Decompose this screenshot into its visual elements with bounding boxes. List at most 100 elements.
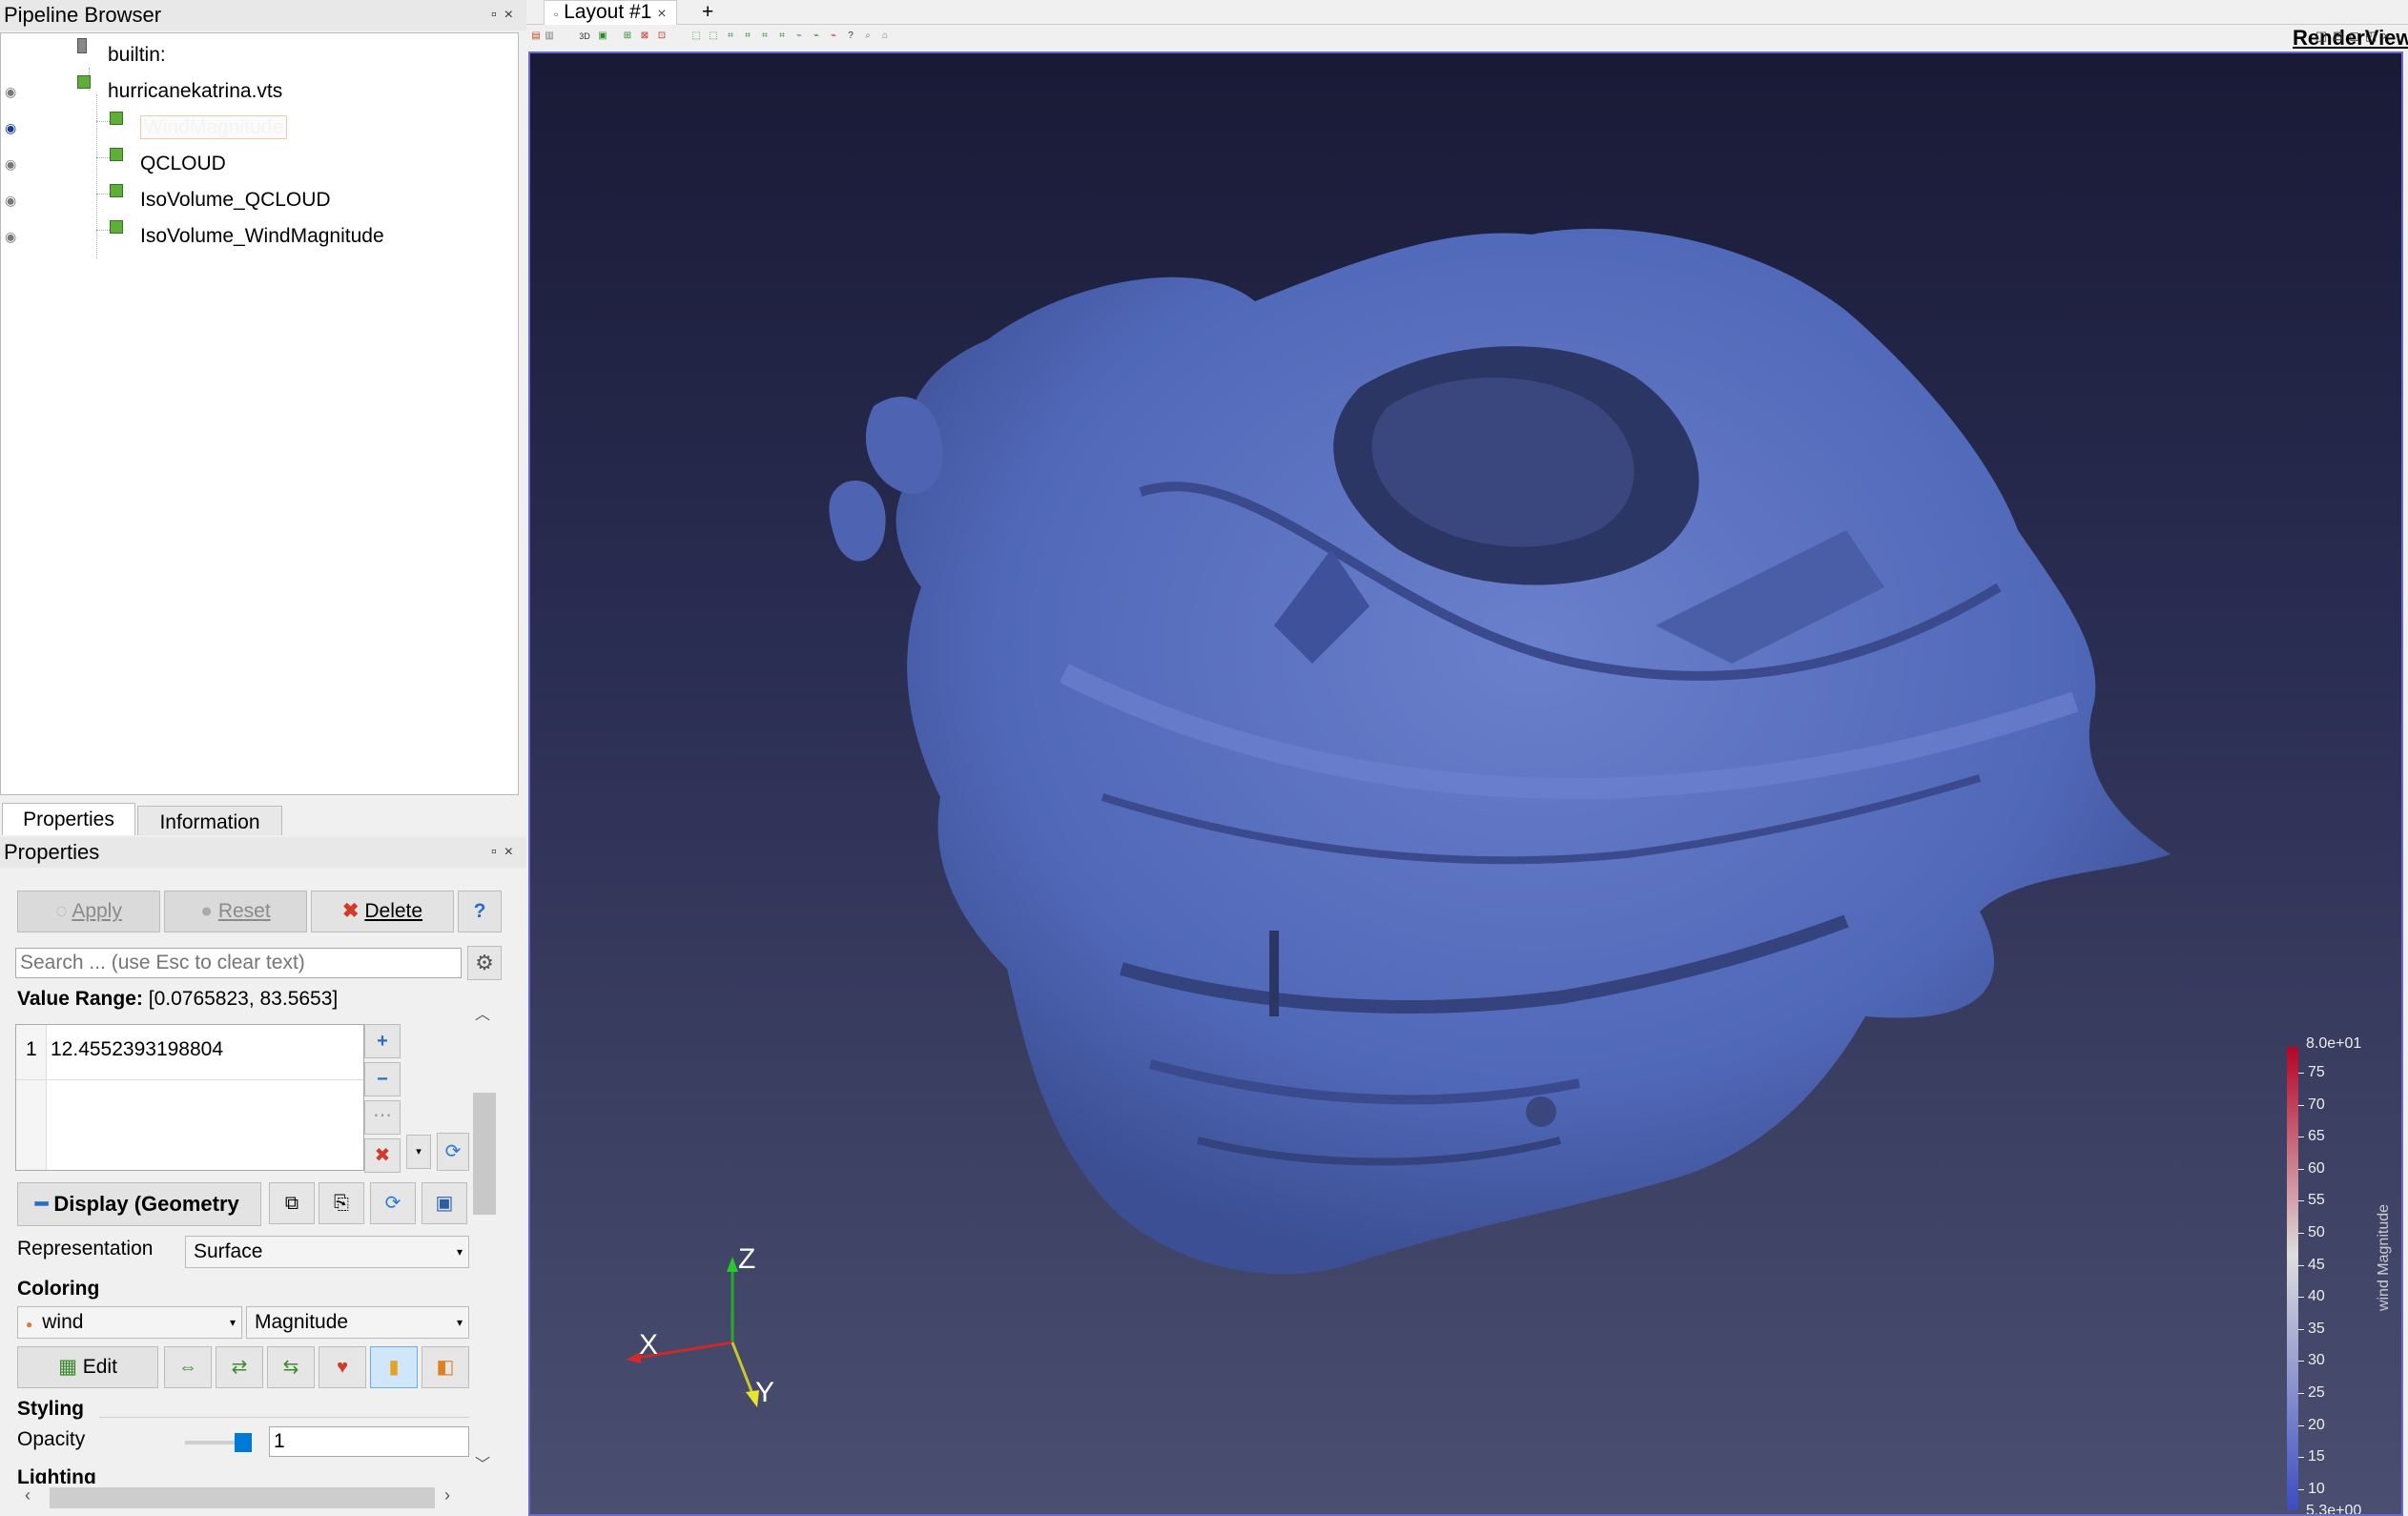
remove-value-button[interactable]: −	[364, 1062, 401, 1096]
3d-toggle-icon[interactable]: 3D	[574, 31, 595, 42]
scrollbar-thumb[interactable]	[473, 1093, 496, 1215]
view-frame-buttons: ◫⊟◻◰×	[2315, 29, 2401, 44]
layout-tab[interactable]: ▫ Layout #1 ×	[544, 0, 677, 25]
scroll-left-icon[interactable]: ‹	[25, 1485, 31, 1506]
refresh-icon[interactable]: ⟳	[437, 1133, 469, 1171]
colorbar-tick-mark	[2298, 1233, 2304, 1234]
dropdown-icon[interactable]: ▾	[406, 1135, 431, 1169]
select-polygon-icon[interactable]: ⌗	[776, 31, 788, 42]
select-block-icon[interactable]: ⌗	[742, 31, 753, 42]
help-button[interactable]: ?	[458, 891, 502, 932]
tree-item-builtin[interactable]: builtin:	[77, 37, 166, 73]
properties-title: Properties	[4, 840, 100, 864]
table-row[interactable]: 1 12.4552393198804	[16, 1025, 363, 1080]
lighting-label: Lighting	[17, 1466, 96, 1484]
split-horizontal-icon[interactable]: ◫	[2315, 29, 2333, 43]
eye-icon[interactable]: ◉	[5, 182, 16, 218]
tree-item-isovolume-qcloud[interactable]: ◉ IsoVolume_QCLOUD	[1, 182, 516, 218]
colorbar-tick-mark	[2298, 1073, 2304, 1074]
clear-values-button[interactable]: ✖	[364, 1138, 401, 1173]
colorbar-toggle-icon[interactable]: ▮	[370, 1346, 418, 1388]
select-frustum-icon[interactable]: ⌗	[725, 31, 736, 42]
eye-icon[interactable]: ◉	[5, 218, 16, 255]
add-value-button[interactable]: +	[364, 1024, 401, 1058]
tab-information[interactable]: Information	[137, 806, 282, 835]
close-icon[interactable]: ×	[504, 844, 521, 860]
add-layout-button[interactable]: +	[702, 0, 713, 25]
coloring-component-select[interactable]: Magnitude ▾	[246, 1306, 469, 1339]
opacity-slider-handle[interactable]	[235, 1433, 252, 1452]
close-icon[interactable]: ×	[2382, 29, 2396, 43]
select-points-icon[interactable]: ⬚	[708, 31, 719, 42]
rescale-range-icon[interactable]: ⇔	[164, 1346, 212, 1388]
horizontal-scrollbar[interactable]: ‹ ›	[17, 1484, 465, 1512]
search-input[interactable]	[15, 948, 462, 978]
colorbar-min-label: 5.3e+00	[2306, 1503, 2362, 1516]
tree-item-isovolume-windmagnitude[interactable]: ◉ IsoVolume_WindMagnitude	[1, 218, 516, 255]
grow-selection-icon[interactable]: ⌁	[811, 31, 822, 42]
delete-button[interactable]: ✖ Delete	[311, 891, 454, 932]
favorites-icon[interactable]: ♥	[319, 1346, 366, 1388]
shrink-selection-icon[interactable]: ⌁	[828, 31, 839, 42]
reset-camera-icon[interactable]: ▣	[597, 31, 608, 42]
range-button[interactable]: ⋯	[364, 1100, 401, 1135]
float-icon[interactable]: ▫	[491, 7, 504, 23]
gear-icon[interactable]: ⚙	[467, 946, 502, 980]
clear-selection-icon[interactable]: ⌂	[879, 31, 891, 42]
scroll-right-icon[interactable]: ›	[444, 1485, 450, 1506]
paste-icon[interactable]: ⎘	[319, 1182, 364, 1224]
rescale-time-icon[interactable]: ⇆	[267, 1346, 315, 1388]
display-section-label: Display (Geometry	[53, 1192, 239, 1216]
close-icon[interactable]: ×	[657, 6, 666, 22]
camera-icon[interactable]: ▥	[544, 31, 555, 42]
scrollbar-thumb[interactable]	[50, 1487, 435, 1508]
edit-colormap-button[interactable]: ▦ Edit	[17, 1346, 158, 1388]
custom-range-icon[interactable]: ⇄	[216, 1346, 263, 1388]
value-table: 1 12.4552393198804	[15, 1024, 364, 1171]
representation-select[interactable]: Surface ▾	[185, 1236, 469, 1268]
capture-icon[interactable]: ▤	[530, 31, 542, 42]
tree-item-windmagnitude[interactable]: ◉ WindMagnitude	[1, 110, 516, 146]
float-icon[interactable]: ▫	[491, 844, 504, 860]
select-cells-icon[interactable]: ⬚	[690, 31, 702, 42]
scroll-up-icon[interactable]: ︿	[475, 1001, 490, 1024]
tree-item-qcloud[interactable]: ◉ QCLOUD	[1, 146, 516, 182]
maximize-icon[interactable]: ◻	[2349, 29, 2365, 43]
reset-button[interactable]: ● Reset	[164, 891, 307, 932]
pipeline-browser-header: Pipeline Browser ▫×	[0, 0, 526, 31]
scroll-down-icon[interactable]: ﹀	[475, 1451, 490, 1474]
view-axis-icon[interactable]: ⊡	[656, 31, 668, 42]
query-icon[interactable]: ?	[845, 31, 856, 42]
coloring-array-value: wind	[42, 1311, 84, 1333]
save-icon[interactable]: ▣	[422, 1182, 467, 1224]
properties-scrollbar[interactable]: ︿ ﹀	[471, 997, 498, 1493]
coloring-array-select[interactable]: ● wind ▾	[17, 1306, 242, 1339]
opacity-slider[interactable]	[185, 1433, 252, 1452]
close-icon[interactable]: ×	[504, 7, 521, 23]
render-view[interactable]: Z X Y 8.0e+01 75 70 65 60 55 50 45 40 35 30 25 20 15…	[528, 51, 2403, 1516]
tab-properties[interactable]: Properties	[2, 803, 135, 835]
colorbar-edit-icon[interactable]: ◧	[422, 1346, 469, 1388]
split-vertical-icon[interactable]: ⊟	[2333, 29, 2349, 43]
copy-icon[interactable]: ⧉	[269, 1182, 315, 1224]
filter-icon	[110, 220, 123, 235]
colorbar-tick-label: 65	[2308, 1128, 2325, 1145]
eye-icon[interactable]: ◉	[5, 146, 16, 182]
zoom-data-icon[interactable]: ⊞	[622, 31, 633, 42]
tree-item-label: builtin:	[108, 44, 166, 66]
interactive-select-icon[interactable]: ⌗	[759, 31, 771, 42]
tree-item-hurricanekatrina[interactable]: ◉ hurricanekatrina.vts	[1, 73, 516, 110]
opacity-field[interactable]	[269, 1426, 469, 1457]
edit-selection-icon[interactable]: ⌕	[862, 31, 874, 42]
representation-label: Representation	[17, 1238, 154, 1260]
restore-icon[interactable]: ◰	[2365, 29, 2382, 43]
apply-button[interactable]: ◌ Apply	[17, 891, 160, 932]
zoom-closest-icon[interactable]: ⊠	[639, 31, 650, 42]
eye-icon[interactable]: ◉	[5, 73, 16, 110]
reload-icon[interactable]: ⟳	[370, 1182, 416, 1224]
color-legend[interactable]: 8.0e+01 75 70 65 60 55 50 45 40 35 30 25 20 15 10 5.3…	[2287, 1026, 2401, 1514]
hover-icon[interactable]: ⌁	[793, 31, 805, 42]
eye-icon[interactable]: ◉	[5, 110, 16, 146]
layout-tabbar: ▫ Layout #1 × +	[526, 0, 2408, 25]
display-section-toggle[interactable]: ━ Display (Geometry	[17, 1182, 261, 1226]
